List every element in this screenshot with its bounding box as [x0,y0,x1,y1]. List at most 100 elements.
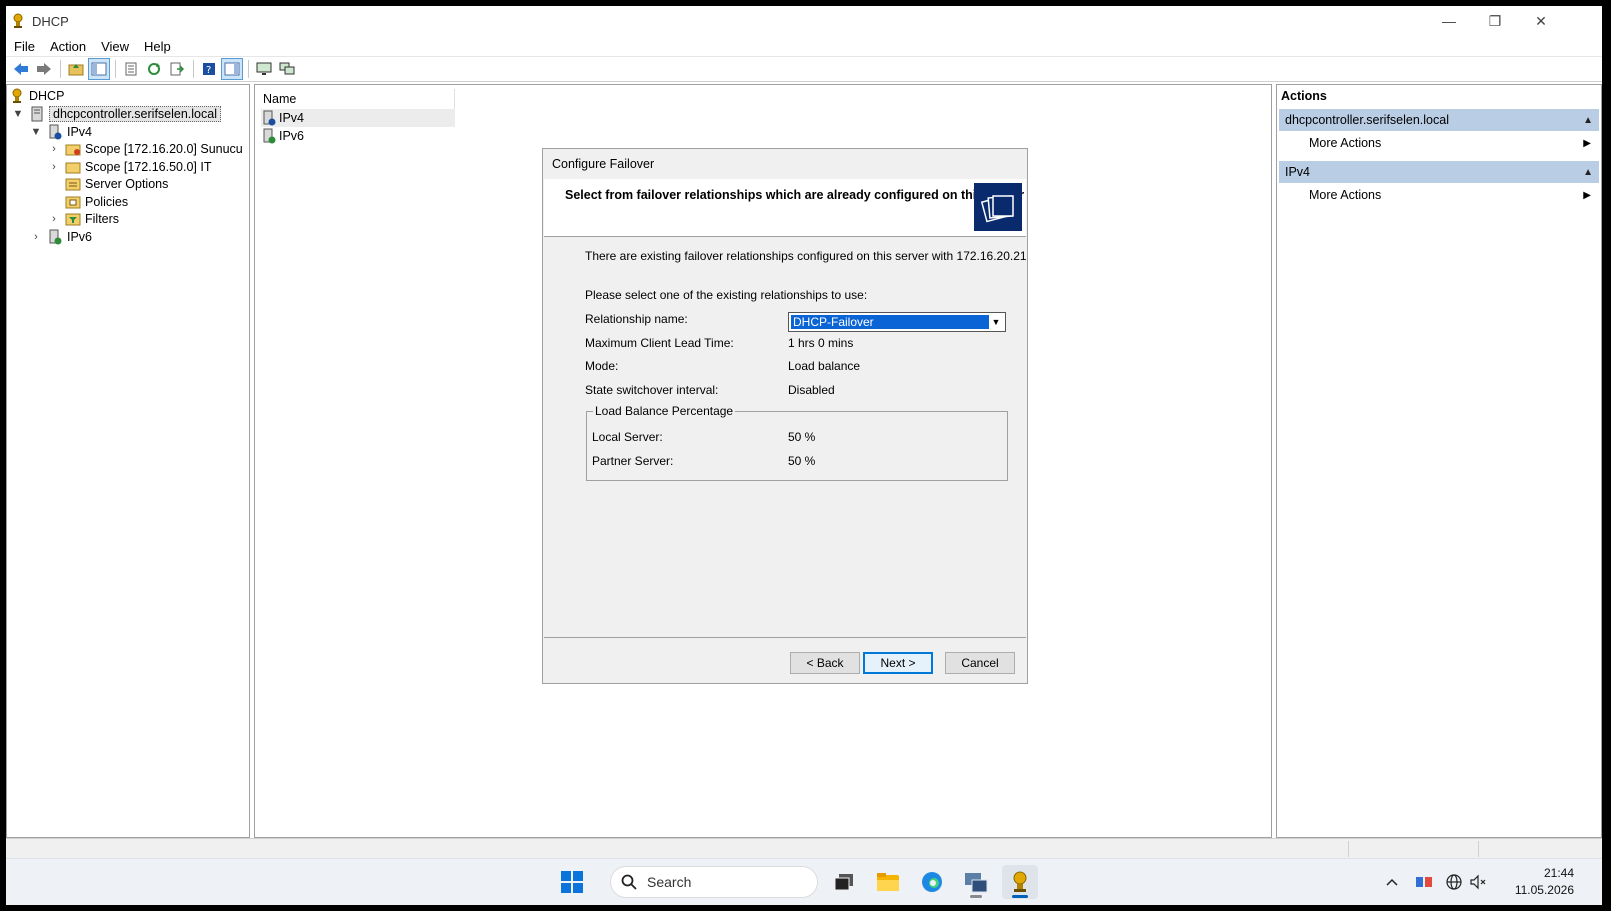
toolbar-separator [248,60,249,78]
export-list-icon[interactable] [166,58,188,80]
tree-item-ipv4[interactable]: ▼ IPv4 [29,123,92,141]
tree-item-scope-it[interactable]: › Scope [172.16.50.0] IT [47,158,211,176]
failover-wizard-icon [974,183,1022,231]
mode-label: Mode: [585,359,619,373]
server-icon [29,106,45,122]
show-hide-tree-icon[interactable] [88,58,110,80]
close-button[interactable]: ✕ [1518,6,1564,36]
actions-group-ipv4[interactable]: IPv4 ▲ [1279,161,1599,183]
ipv6-server-icon [47,229,63,245]
properties-icon[interactable] [120,58,142,80]
collapse-up-icon[interactable]: ▲ [1583,115,1593,126]
next-button[interactable]: Next > [863,652,933,674]
lead-time-label: Maximum Client Lead Time: [585,336,734,350]
chevron-right-icon[interactable]: › [47,161,61,173]
partner-server-value: 50 % [788,454,816,468]
chevron-down-icon[interactable]: ▼ [11,108,25,120]
dropdown-arrow-icon[interactable]: ▼ [988,314,1004,330]
tree-item-server[interactable]: ▼ dhcpcontroller.serifselen.local [11,105,221,123]
display-statistics-icon[interactable] [253,58,275,80]
network-tray-icon[interactable] [1412,871,1436,893]
ipv4-server-icon [47,124,63,140]
load-balance-groupbox: Load Balance Percentage Local Server: 50… [586,404,1008,481]
tree-item-filters[interactable]: › Filters [47,210,119,228]
tree-item-dhcp-root[interactable]: DHCP [9,87,64,105]
server-options-icon [65,176,81,192]
speaker-muted-icon[interactable] [1466,871,1490,893]
status-divider [1478,841,1479,857]
submenu-arrow-icon: ▶ [1583,189,1591,201]
svg-text:?: ? [206,65,211,76]
active-indicator [1012,895,1028,898]
relationship-name-select[interactable]: DHCP-Failover ▼ [788,312,1006,332]
scope-folder-icon [65,159,81,175]
menu-help[interactable]: Help [136,39,178,54]
dialog-header-text: Select from failover relationships which… [565,188,1025,202]
dialog-title: Configure Failover [552,157,655,171]
forward-arrow-icon[interactable] [33,58,55,80]
chevron-right-icon[interactable]: › [29,231,43,243]
menu-bar: File Action View Help [6,36,1602,56]
file-explorer-icon[interactable] [870,865,906,899]
server-manager-icon[interactable] [958,865,994,899]
taskbar-search-box[interactable]: Search [610,866,818,898]
list-item-label: IPv4 [279,111,305,125]
menu-file[interactable]: File [6,39,42,54]
list-item-ipv6[interactable]: IPv6 [261,127,455,145]
tree-label: Scope [172.16.20.0] Sunucu [85,142,243,156]
scope-folder-icon [65,141,81,157]
prompt-text: Please select one of the existing relati… [585,288,868,302]
column-header-name[interactable]: Name [259,89,455,109]
tree-item-policies[interactable]: Policies [47,193,128,211]
tree-item-ipv6[interactable]: › IPv6 [29,228,92,246]
ipv4-server-icon [261,110,277,126]
up-folder-icon[interactable] [65,58,87,80]
tree-label: Filters [85,212,120,226]
start-windows-icon[interactable] [554,865,590,899]
clock-date: 11.05.2026 [1514,883,1574,897]
relationship-name-label: Relationship name: [585,312,688,326]
local-server-value: 50 % [788,430,816,444]
desktop-screen: DHCP — ❐ ✕ File Action View Help ? DHCP [6,6,1602,905]
search-placeholder: Search [647,874,692,890]
back-arrow-icon[interactable] [10,58,32,80]
configure-failover-dialog: Configure Failover Select from failover … [542,148,1028,684]
switchover-value: Disabled [788,383,835,397]
list-item-ipv4[interactable]: IPv4 [261,109,455,127]
taskbar-clock[interactable]: 21:44 11.05.2026 [1515,865,1574,899]
chevron-right-icon[interactable]: › [47,213,61,225]
refresh-icon[interactable] [143,58,165,80]
tree-label: Server Options [85,177,169,191]
minimize-button[interactable]: — [1426,6,1472,36]
globe-icon[interactable] [1442,871,1466,893]
chevron-up-icon[interactable] [1380,871,1404,893]
mode-value: Load balance [788,359,861,373]
ipv6-server-icon [261,128,277,144]
chevron-down-icon[interactable]: ▼ [29,126,43,138]
server-monitor-icon[interactable] [276,58,298,80]
load-balance-legend: Load Balance Percentage [593,404,736,418]
more-actions-ipv4[interactable]: More Actions ▶ [1279,184,1599,206]
actions-group-label: dhcpcontroller.serifselen.local [1285,113,1449,127]
tree-item-server-options[interactable]: Server Options [47,175,168,193]
back-button[interactable]: < Back [790,652,860,674]
title-bar: DHCP — ❐ ✕ [6,6,1602,36]
intro-text: There are existing failover relationship… [585,249,1027,263]
show-action-pane-icon[interactable] [221,58,243,80]
edge-browser-icon[interactable] [914,865,950,899]
dhcp-taskbar-icon[interactable] [1002,865,1038,899]
chevron-right-icon[interactable]: › [47,143,61,155]
task-view-icon[interactable] [826,865,862,899]
dialog-divider [544,637,1026,638]
help-icon[interactable]: ? [198,58,220,80]
restore-button[interactable]: ❐ [1472,6,1518,36]
actions-group-server[interactable]: dhcpcontroller.serifselen.local ▲ [1279,109,1599,131]
cancel-button[interactable]: Cancel [945,652,1015,674]
partner-server-label: Partner Server: [592,454,674,468]
policies-icon [65,194,81,210]
menu-action[interactable]: Action [42,39,93,54]
more-actions-server[interactable]: More Actions ▶ [1279,132,1599,154]
menu-view[interactable]: View [93,39,136,54]
collapse-up-icon[interactable]: ▲ [1583,167,1593,178]
tree-item-scope-sunucu[interactable]: › Scope [172.16.20.0] Sunucu [47,140,243,158]
